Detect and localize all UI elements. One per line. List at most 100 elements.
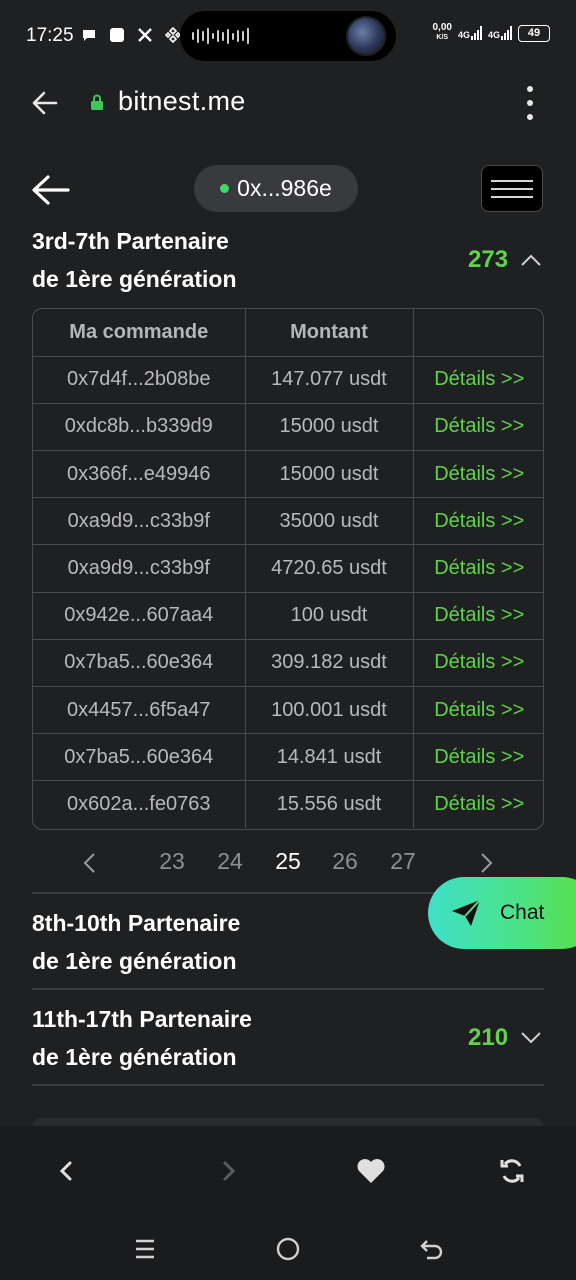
divider	[32, 1084, 544, 1086]
details-link[interactable]: Détails >>	[413, 450, 543, 499]
order-cell: 0x4457...6f5a47	[33, 686, 246, 735]
page-header: 0x...986e	[0, 162, 576, 218]
page-24[interactable]: 24	[210, 848, 250, 875]
system-back-button[interactable]	[417, 1234, 447, 1264]
section-1-count: 273	[468, 246, 509, 273]
notification-icons	[80, 26, 182, 44]
section-3-count: 210	[468, 1024, 509, 1051]
table-row: 0x602a...fe0763 15.556 usdt Détails >>	[33, 780, 543, 829]
audio-wave-icon	[192, 27, 249, 45]
details-link[interactable]: Détails >>	[413, 781, 543, 828]
pagination: 23 24 25 26 27	[0, 842, 576, 882]
table-row: 0x7d4f...2b08be 147.077 usdt Détails >>	[33, 356, 543, 404]
x-app-icon	[136, 26, 154, 44]
orders-table: Ma commande Montant 0x7d4f...2b08be 147.…	[32, 308, 544, 830]
signal-2-label: 4G	[487, 30, 500, 40]
hamburger-menu-button[interactable]	[481, 165, 543, 212]
wallet-address: 0x...986e	[237, 175, 332, 201]
order-cell: 0x7d4f...2b08be	[33, 356, 246, 404]
menu-line-icon	[491, 187, 533, 190]
table-row: 0x7ba5...60e364 309.182 usdt Détails >>	[33, 639, 543, 688]
network-speed-value: 0,00	[432, 22, 452, 33]
battery-icon: 49	[518, 24, 550, 42]
url-text[interactable]: bitnest.me	[118, 86, 246, 117]
table-row: 0xa9d9...c33b9f 35000 usdt Détails >>	[33, 497, 543, 546]
order-cell: 0x942e...607aa4	[33, 592, 246, 640]
amount-cell: 147.077 usdt	[245, 356, 414, 404]
chevron-right-icon[interactable]	[480, 852, 494, 874]
section-3-title[interactable]: 11th-17th Partenaire de 1ère génération	[32, 1000, 252, 1076]
amount-cell: 15000 usdt	[245, 450, 414, 499]
order-cell: 0x7ba5...60e364	[33, 639, 246, 688]
next-card	[32, 1118, 544, 1126]
back-icon	[420, 1240, 443, 1260]
page-27[interactable]: 27	[383, 848, 423, 875]
order-cell: 0xdc8b...b339d9	[33, 403, 246, 452]
table-header-row: Ma commande Montant	[33, 309, 543, 357]
details-link[interactable]: Détails >>	[413, 544, 543, 593]
dynamic-island	[180, 11, 396, 61]
recent-apps-button[interactable]	[130, 1234, 160, 1264]
toolbar-forward-button[interactable]	[215, 1156, 245, 1186]
browser-address-bar: bitnest.me	[0, 72, 576, 136]
page-25-current[interactable]: 25	[268, 848, 308, 875]
home-circle-icon	[276, 1237, 300, 1261]
browser-back-button[interactable]	[30, 88, 60, 118]
column-header-details	[413, 309, 543, 357]
toolbar-back-button[interactable]	[50, 1156, 80, 1186]
amount-cell: 309.182 usdt	[245, 639, 414, 688]
amount-cell: 15.556 usdt	[245, 780, 414, 829]
details-link[interactable]: Détails >>	[413, 592, 543, 640]
chat-button[interactable]: Chat	[428, 877, 576, 949]
arrow-left-icon	[32, 91, 58, 115]
refresh-icon	[500, 1159, 524, 1183]
column-header-amount: Montant	[245, 309, 414, 357]
lock-icon	[90, 94, 104, 110]
favorite-button[interactable]	[356, 1156, 386, 1186]
wallet-address-pill[interactable]: 0x...986e	[194, 165, 358, 212]
amount-cell: 15000 usdt	[245, 403, 414, 452]
table-row: 0x4457...6f5a47 100.001 usdt Détails >>	[33, 686, 543, 735]
dot-icon	[527, 100, 533, 106]
page-26[interactable]: 26	[325, 848, 365, 875]
network-speed: 0,00 K/S	[433, 23, 452, 43]
signal-2: 4G	[488, 26, 512, 40]
section-1-title-line2: de 1ère génération	[32, 266, 237, 292]
chevron-left-icon	[59, 1161, 72, 1181]
recents-icon	[136, 1239, 154, 1259]
details-link[interactable]: Détails >>	[413, 639, 543, 688]
column-header-order: Ma commande	[33, 309, 246, 357]
order-cell: 0x602a...fe0763	[33, 780, 246, 829]
chevron-up-icon[interactable]	[520, 253, 542, 267]
refresh-button[interactable]	[497, 1156, 527, 1186]
chevron-down-icon[interactable]	[520, 1031, 542, 1045]
arrow-left-icon	[32, 175, 70, 205]
section-1-title[interactable]: 3rd-7th Partenaire de 1ère génération	[32, 222, 237, 298]
send-icon	[452, 899, 481, 926]
details-link[interactable]: Détails >>	[413, 356, 543, 404]
home-button[interactable]	[273, 1234, 303, 1264]
page-23[interactable]: 23	[152, 848, 192, 875]
network-speed-unit: K/S	[436, 34, 449, 41]
page-back-button[interactable]	[30, 172, 72, 208]
browser-menu-button[interactable]	[520, 86, 540, 120]
menu-line-icon	[491, 179, 533, 182]
details-link[interactable]: Détails >>	[413, 733, 543, 782]
chat-notification-icon	[80, 26, 98, 44]
amount-cell: 14.841 usdt	[245, 733, 414, 782]
section-2-title-line2: de 1ère génération	[32, 948, 237, 974]
details-link[interactable]: Détails >>	[413, 403, 543, 452]
signal-bars-icon	[501, 26, 512, 40]
signal-1-label: 4G	[457, 30, 470, 40]
connected-dot-icon	[220, 184, 230, 193]
status-bar: 17:25 0,00 K/S 4G 4G 49	[0, 0, 576, 72]
chat-label: Chat	[500, 901, 545, 924]
media-avatar	[346, 16, 386, 56]
section-3-title-line2: de 1ère génération	[32, 1044, 237, 1070]
section-2-title[interactable]: 8th-10th Partenaire de 1ère génération	[32, 904, 240, 980]
details-link[interactable]: Détails >>	[413, 497, 543, 546]
dot-icon	[527, 86, 533, 92]
chevron-left-icon[interactable]	[82, 852, 96, 874]
details-link[interactable]: Détails >>	[413, 686, 543, 735]
table-row: 0x942e...607aa4 100 usdt Détails >>	[33, 592, 543, 640]
